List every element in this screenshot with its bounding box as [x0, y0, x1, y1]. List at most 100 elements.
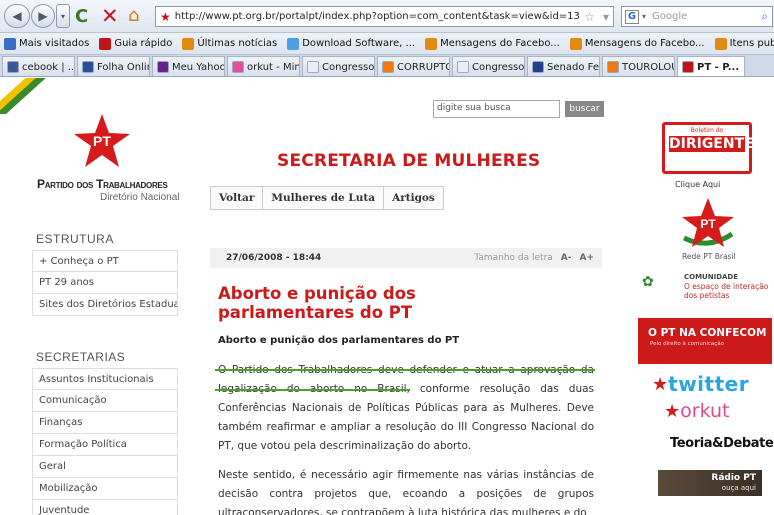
tab-favicon-icon	[307, 61, 319, 73]
sidebar-item-geral[interactable]: Geral	[32, 456, 178, 478]
url-text[interactable]: http://www.pt.org.br/portalpt/index.php?…	[175, 11, 580, 22]
radio-sub: ouça aqui	[721, 484, 756, 492]
svg-text:PT: PT	[93, 133, 111, 149]
bookmark-item[interactable]: Guia rápido	[99, 37, 172, 50]
tab-favicon-icon	[232, 61, 244, 73]
browser-tab[interactable]: Senado Fed...	[527, 56, 600, 76]
site-search-button[interactable]: buscar	[565, 101, 604, 117]
search-magnifier-icon[interactable]: ⌕	[761, 9, 768, 24]
stop-icon[interactable]: ✕	[101, 4, 119, 28]
sidebar-item-conheca[interactable]: + Conheça o PT	[32, 250, 178, 272]
article-meta-bar: 27/06/2008 - 18:44 Tamanho da letra A- A…	[210, 248, 602, 268]
article-date: 27/06/2008 - 18:44	[226, 253, 322, 263]
browser-search-input[interactable]: G ▾ Google ⌕	[621, 6, 773, 27]
font-size-label: Tamanho da letra	[474, 253, 553, 263]
boletim-label: Boletim do	[690, 127, 724, 134]
right-banner-column: Boletim do DIRIGENTE Clique Aqui PT Rede…	[630, 78, 774, 515]
sidebar-item-mobilizacao[interactable]: Mobilização	[32, 478, 178, 500]
confecom-label: O PT NA CONFECOM	[648, 327, 767, 339]
sidebar-item-diretorios[interactable]: Sites dos Diretórios Estaduais	[32, 294, 178, 316]
article-body: O Partido dos Trabalhadores deve defende…	[218, 361, 594, 515]
browser-tab[interactable]: Congresso ...	[302, 56, 375, 76]
tab-favicon-icon	[682, 61, 694, 73]
secretarias-heading: SECRETARIAS	[36, 350, 126, 364]
comunidade-sub: O espaço de interação dos petistas	[684, 282, 769, 300]
sidebar-item-comunicacao[interactable]: Comunicação	[32, 390, 178, 412]
bookmark-item[interactable]: Mensagens do Facebo...	[569, 37, 705, 50]
tab-strip: cebook | ... Folha Online... Meu Yahoo! ork…	[0, 55, 774, 77]
orkut-star-icon: ★	[664, 400, 681, 422]
bookmark-star-icon[interactable]: ☆	[584, 10, 595, 24]
sidebar-item-pt29[interactable]: PT 29 anos	[32, 272, 178, 294]
forward-button[interactable]: ▶	[31, 4, 55, 28]
tab-favicon-icon	[382, 61, 394, 73]
clique-aqui-link[interactable]: Clique Aqui	[675, 180, 720, 189]
site-favicon-icon: ★	[160, 9, 171, 24]
bookmark-label: Mensagens do Facebo...	[440, 38, 560, 49]
bookmark-label: Itens publicados no F...	[729, 38, 774, 49]
bookmark-item[interactable]: Download Software, ...	[287, 37, 415, 50]
menu-voltar[interactable]: Voltar	[211, 187, 264, 209]
bookmark-item[interactable]: Mais visitados	[4, 37, 89, 50]
bookmarks-toolbar: Mais visitados Guia rápido Últimas notícia…	[0, 33, 774, 55]
browser-tab[interactable]: PT - P...	[677, 56, 745, 76]
browser-tab[interactable]: orkut - Minh...	[227, 56, 300, 76]
twitter-banner[interactable]: ★ twitter	[652, 372, 749, 396]
rede-pt-logo-icon[interactable]: PT	[680, 198, 736, 250]
logo-subtitle: Diretório Nacional	[100, 192, 180, 203]
address-bar[interactable]: ★ http://www.pt.org.br/portalpt/index.ph…	[155, 6, 614, 27]
sidebar-item-financas[interactable]: Finanças	[32, 412, 178, 434]
browser-search-placeholder: Google	[652, 11, 688, 22]
history-dropdown-button[interactable]: ▾	[56, 4, 70, 28]
logo-title[interactable]: Partido dos Trabalhadores	[37, 177, 168, 191]
community-people-icon[interactable]: ✿	[642, 274, 654, 290]
section-menu: Voltar Mulheres de Luta Artigos	[210, 186, 444, 210]
dirigente-banner[interactable]: Boletim do DIRIGENTE	[662, 122, 754, 174]
url-dropdown-icon[interactable]: ▾	[603, 10, 609, 24]
pt-star-logo-icon[interactable]: PT	[74, 114, 130, 168]
secretarias-list: Assuntos Institucionais Comunicação Fina…	[32, 368, 178, 515]
comunidade-label[interactable]: COMUNIDADE	[684, 273, 738, 281]
tab-favicon-icon	[82, 61, 94, 73]
font-decrease-button[interactable]: A-	[561, 253, 572, 263]
bookmark-item[interactable]: Últimas notícias	[182, 37, 277, 50]
browser-tab[interactable]: CORRUPTO...	[377, 56, 450, 76]
sidebar-item-formacao[interactable]: Formação Política	[32, 434, 178, 456]
confecom-banner[interactable]: O PT NA CONFECOM Pelo direito à comunica…	[638, 318, 772, 364]
tab-label: PT - P...	[697, 61, 740, 73]
bookmark-item[interactable]: Mensagens do Facebo...	[425, 37, 560, 50]
font-increase-button[interactable]: A+	[579, 253, 594, 263]
bookmark-icon	[182, 37, 195, 50]
article-paragraph: O Partido dos Trabalhadores deve defende…	[218, 364, 594, 452]
google-engine-icon[interactable]: G	[625, 9, 639, 24]
article: 27/06/2008 - 18:44 Tamanho da letra A- A…	[210, 248, 602, 515]
article-subtitle: Aborto e punição dos parlamentares do PT	[218, 335, 460, 346]
decorative-ribbon	[0, 78, 46, 114]
tab-label: Senado Fed...	[547, 61, 599, 73]
tab-favicon-icon	[157, 61, 169, 73]
tab-label: Meu Yahoo!	[172, 61, 225, 73]
browser-tab[interactable]: Folha Online...	[77, 56, 150, 76]
home-icon[interactable]: ⌂	[128, 5, 139, 26]
sidebar-item-juventude[interactable]: Juventude	[32, 500, 178, 515]
tab-label: Congresso ...	[322, 61, 375, 73]
browser-navbar: ◀ ▶ ▾ C ✕ ⌂ ★ http://www.pt.org.br/porta…	[0, 0, 774, 33]
browser-tab[interactable]: cebook | ...	[2, 56, 75, 76]
bookmark-item[interactable]: Itens publicados no F...	[714, 37, 774, 50]
bookmark-icon	[287, 37, 300, 50]
menu-artigos[interactable]: Artigos	[384, 187, 443, 209]
highlight-underline	[215, 389, 410, 391]
orkut-banner[interactable]: ★ orkut	[664, 400, 730, 422]
engine-dropdown-icon[interactable]: ▾	[642, 12, 646, 21]
browser-tab[interactable]: Congresso ...	[452, 56, 525, 76]
back-button[interactable]: ◀	[4, 4, 30, 28]
browser-tab[interactable]: TOUROLOU...	[602, 56, 675, 76]
teoria-debate-banner[interactable]: Teoria&Debate	[670, 436, 774, 451]
radio-pt-banner[interactable]: Rádio PT ouça aqui	[658, 470, 762, 496]
site-search-input[interactable]: digite sua busca	[433, 100, 560, 118]
menu-mulheres-de-luta[interactable]: Mulheres de Luta	[263, 187, 385, 209]
sidebar-item-institucionais[interactable]: Assuntos Institucionais	[32, 368, 178, 390]
browser-tab[interactable]: Meu Yahoo!	[152, 56, 225, 76]
bookmark-icon	[425, 37, 438, 50]
reload-icon[interactable]: C	[75, 6, 88, 27]
